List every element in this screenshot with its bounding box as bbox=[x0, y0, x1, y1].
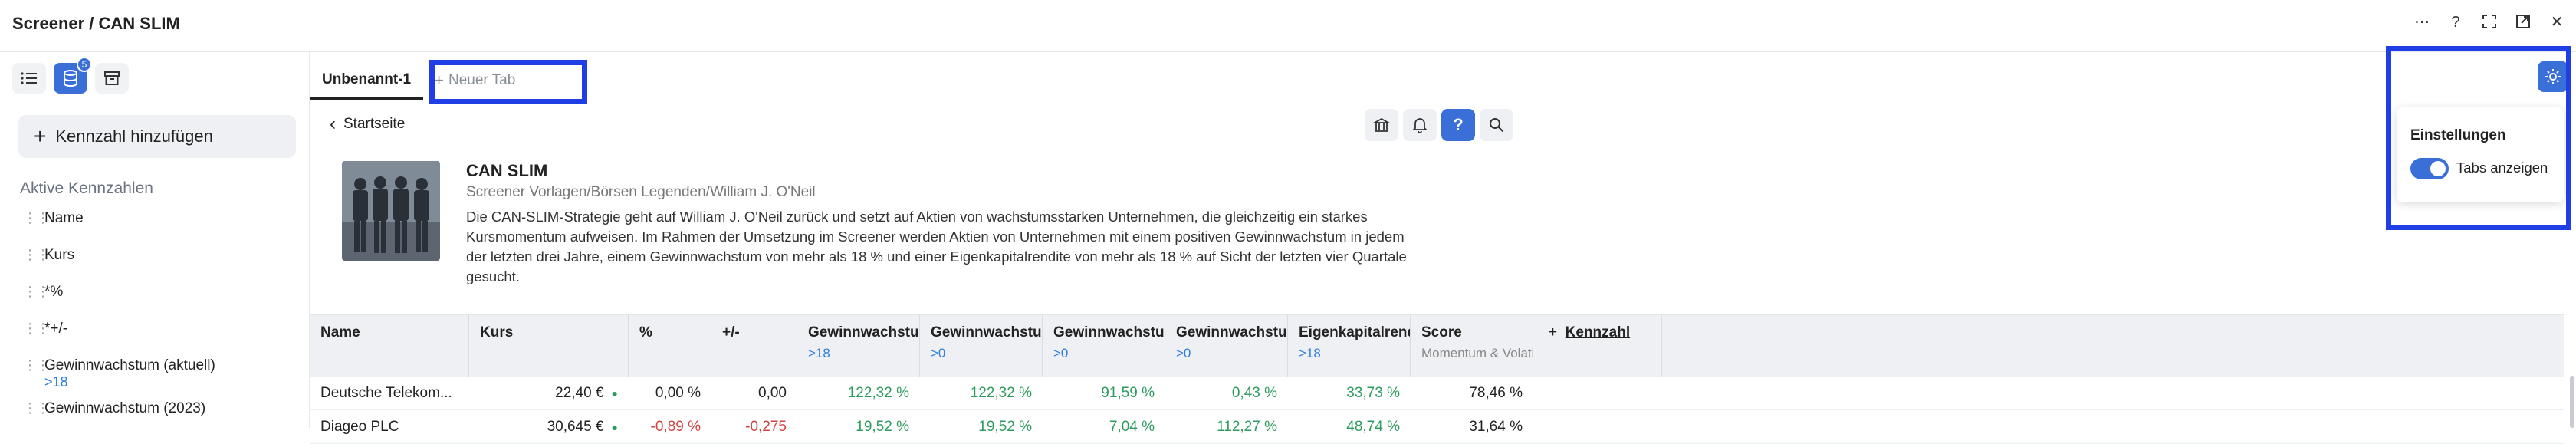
search-icon bbox=[1490, 118, 1504, 133]
drag-handle-icon[interactable]: ⋮⋮ bbox=[23, 321, 50, 336]
metric-item[interactable]: ⋮⋮ Kurs bbox=[23, 247, 299, 284]
database-button[interactable]: 5 bbox=[54, 57, 92, 94]
expand-icon[interactable] bbox=[2481, 14, 2498, 31]
screener-table: Name Kurs % +/- Gewinnwachstum >18 Gewinn… bbox=[310, 314, 2564, 444]
add-column-button[interactable]: + Kennzahl bbox=[1533, 315, 1662, 377]
metric-label: Gewinnwachstum (aktuell) bbox=[44, 357, 215, 373]
cell-change: 0,00 bbox=[758, 385, 787, 401]
bank-button[interactable] bbox=[1365, 109, 1398, 141]
column-header-growth-3[interactable]: Gewinnwachstum >0 bbox=[1165, 315, 1288, 377]
database-icon bbox=[64, 70, 77, 87]
drag-handle-icon[interactable]: ⋮⋮ bbox=[23, 400, 50, 416]
active-metrics-list: ⋮⋮ Name ⋮⋮ Kurs ⋮⋮ *% ⋮⋮ *+/- ⋮⋮ Gewinnw… bbox=[23, 210, 299, 437]
cell-score: 78,46 % bbox=[1469, 385, 1523, 401]
back-link[interactable]: ‹ Startseite bbox=[330, 113, 405, 135]
strategy-description: Die CAN-SLIM-Strategie geht auf William … bbox=[466, 209, 1407, 284]
metric-item[interactable]: ⋮⋮ *% bbox=[23, 284, 299, 321]
cell-percent: 0,00 % bbox=[655, 385, 701, 401]
sidebar: 5 + Kennzahl hinzufügen Aktive Kennzahle… bbox=[0, 52, 310, 428]
help-icon[interactable]: ? bbox=[2447, 14, 2464, 31]
bank-icon bbox=[1373, 117, 1390, 132]
drag-handle-icon[interactable]: ⋮⋮ bbox=[23, 284, 50, 299]
close-icon[interactable]: ✕ bbox=[2548, 14, 2565, 31]
column-header-name[interactable]: Name bbox=[310, 315, 469, 377]
cell-growth-2: 7,04 % bbox=[1109, 419, 1155, 435]
window-controls: ⋯ ? ✕ bbox=[2413, 14, 2565, 31]
column-header-growth-current[interactable]: Gewinnwachstum >18 bbox=[797, 315, 920, 377]
cell-growth-3: 112,27 % bbox=[1217, 419, 1277, 435]
metric-label: Name bbox=[44, 210, 84, 226]
drag-handle-icon[interactable]: ⋮⋮ bbox=[23, 210, 50, 225]
column-header-growth-2[interactable]: Gewinnwachstum >0 bbox=[1043, 315, 1165, 377]
cell-growth-1: 122,32 % bbox=[970, 385, 1032, 401]
live-indicator-icon: ● bbox=[611, 387, 618, 400]
breadcrumb: Screener Vorlagen/Börsen Legenden/Willia… bbox=[466, 184, 816, 200]
column-header-kurs[interactable]: Kurs bbox=[469, 315, 629, 377]
chevron-left-icon: ‹ bbox=[330, 113, 336, 134]
drag-handle-icon[interactable]: ⋮⋮ bbox=[23, 247, 50, 262]
cell-change: -0,275 bbox=[745, 419, 787, 435]
live-indicator-icon: ● bbox=[611, 421, 618, 433]
add-metric-label: Kennzahl hinzufügen bbox=[55, 127, 213, 146]
notification-badge: 5 bbox=[77, 57, 92, 72]
help-button[interactable]: ? bbox=[1441, 109, 1475, 141]
search-button[interactable] bbox=[1480, 109, 1513, 141]
metric-item[interactable]: ⋮⋮ Gewinnwachstum (aktuell) >18 bbox=[23, 357, 299, 400]
column-header-roe[interactable]: Eigenkapitalrendite>18 bbox=[1288, 315, 1411, 377]
metric-item[interactable]: ⋮⋮ Gewinnwachstum (2023) bbox=[23, 400, 299, 437]
metric-filter: >18 bbox=[44, 374, 68, 390]
add-column-label: Kennzahl bbox=[1565, 324, 1631, 340]
highlight-settings bbox=[2386, 46, 2571, 230]
active-metrics-title: Aktive Kennzahlen bbox=[20, 179, 153, 197]
cell-name: Deutsche Telekom... bbox=[320, 385, 452, 401]
column-header-percent[interactable]: % bbox=[629, 315, 711, 377]
column-header-score[interactable]: ScoreMomentum & Volatilität bbox=[1411, 315, 1533, 377]
drag-handle-icon[interactable]: ⋮⋮ bbox=[23, 357, 50, 373]
table-header: Name Kurs % +/- Gewinnwachstum >18 Gewinn… bbox=[310, 315, 2564, 377]
content-toolbar: ? bbox=[1365, 109, 1513, 141]
cell-growth-current: 122,32 % bbox=[847, 385, 909, 401]
cell-roe: 48,74 % bbox=[1346, 419, 1400, 435]
popout-icon[interactable] bbox=[2515, 14, 2532, 31]
metric-item[interactable]: ⋮⋮ Name bbox=[23, 210, 299, 247]
table-row[interactable]: Diageo PLC 30,645 € ● -0,89 % -0,275 19,5… bbox=[310, 410, 2564, 444]
cell-growth-2: 91,59 % bbox=[1101, 385, 1155, 401]
back-label: Startseite bbox=[343, 116, 406, 132]
add-metric-button[interactable]: + Kennzahl hinzufügen bbox=[18, 115, 296, 158]
tab-unbenannt-1[interactable]: Unbenannt-1 bbox=[310, 61, 424, 100]
metric-label: *% bbox=[44, 284, 64, 300]
column-header-change[interactable]: +/- bbox=[711, 315, 797, 377]
strategy-image bbox=[342, 161, 440, 261]
metric-label: *+/- bbox=[44, 321, 68, 337]
metric-label: Kurs bbox=[44, 247, 75, 263]
cell-name: Diageo PLC bbox=[320, 419, 399, 435]
plus-icon: + bbox=[34, 124, 47, 148]
page-title: CAN SLIM bbox=[466, 161, 548, 180]
cell-kurs: 30,645 € ● bbox=[547, 419, 618, 435]
metric-item[interactable]: ⋮⋮ *+/- bbox=[23, 321, 299, 357]
cell-growth-3: 0,43 % bbox=[1231, 385, 1277, 401]
cell-roe: 33,73 % bbox=[1346, 385, 1400, 401]
metric-label: Gewinnwachstum (2023) bbox=[44, 400, 206, 416]
alert-button[interactable] bbox=[1403, 109, 1437, 141]
table-row[interactable]: Deutsche Telekom... 22,40 € ● 0,00 % 0,00… bbox=[310, 377, 2564, 410]
title-bar: Screener / CAN SLIM ⋯ ? ✕ bbox=[0, 0, 2576, 52]
sidebar-icon-buttons: 5 bbox=[12, 57, 129, 94]
column-header-growth-1[interactable]: Gewinnwachstum >0 bbox=[920, 315, 1043, 377]
archive-button[interactable] bbox=[95, 63, 129, 94]
cell-percent: -0,89 % bbox=[650, 419, 701, 435]
bell-icon bbox=[1412, 118, 1428, 133]
cell-growth-1: 19,52 % bbox=[978, 419, 1032, 435]
archive-icon bbox=[104, 71, 120, 85]
list-icon bbox=[21, 72, 37, 84]
cell-kurs: 22,40 € ● bbox=[555, 385, 618, 401]
highlight-new-tab bbox=[429, 60, 587, 104]
more-icon[interactable]: ⋯ bbox=[2413, 14, 2430, 31]
table-scrollbar[interactable] bbox=[2570, 376, 2574, 428]
cell-growth-current: 19,52 % bbox=[856, 419, 909, 435]
window-title: Screener / CAN SLIM bbox=[12, 14, 180, 33]
list-view-button[interactable] bbox=[12, 63, 46, 94]
cell-score: 31,64 % bbox=[1469, 419, 1523, 435]
